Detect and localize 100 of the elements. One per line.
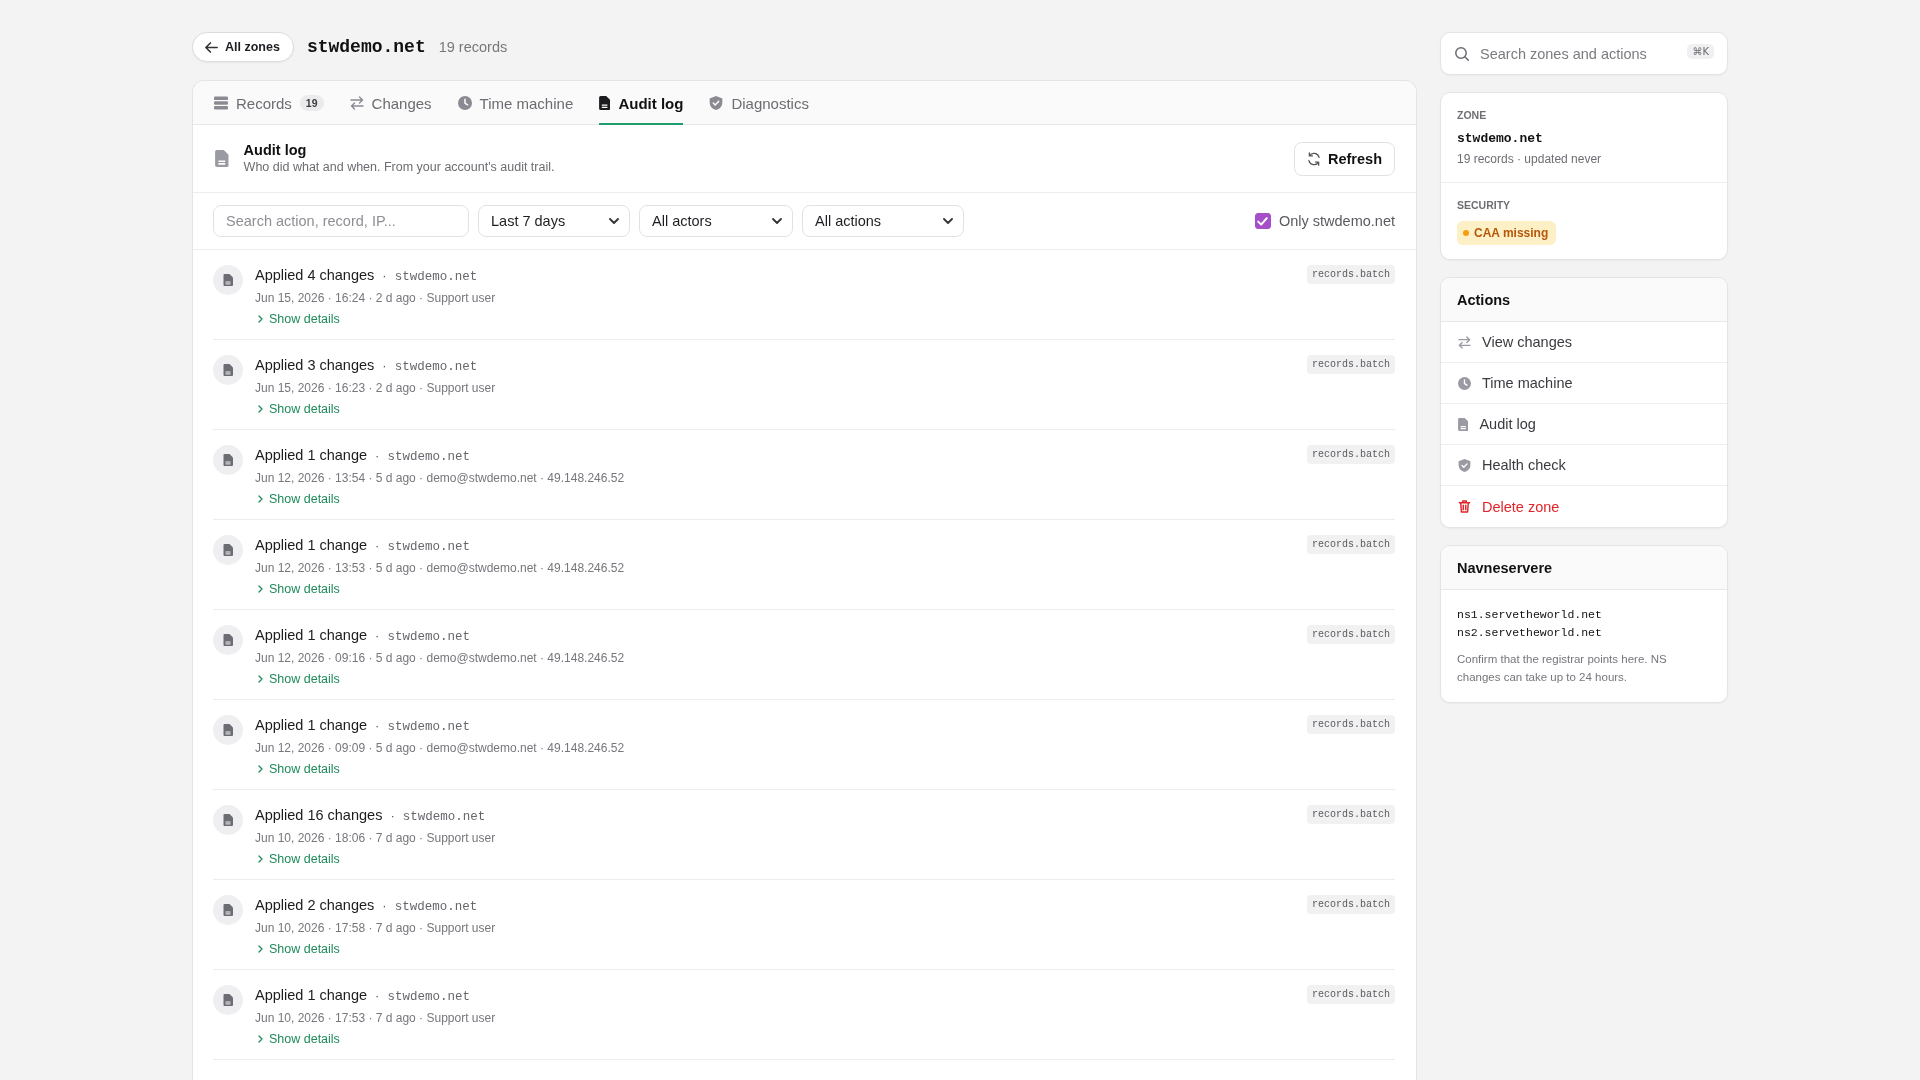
show-details-link[interactable]: Show details [258, 939, 340, 959]
tab[interactable]: Records 19 [214, 81, 324, 125]
shield-check-icon [1458, 458, 1471, 472]
action-tag: records.batch [1307, 265, 1395, 284]
zone-name: stwdemo.net [387, 989, 470, 1006]
entry-meta: Jun 12, 2026 · 09:16 · 5 d ago · demo@stwdemo.net · 49.148.246.52 [255, 650, 625, 667]
trash-icon [1458, 500, 1471, 513]
zone-name: stwdemo.net [387, 719, 470, 736]
shortcut-key: ⌘K [1687, 44, 1714, 59]
zone-name: stwdemo.net [394, 269, 478, 286]
show-details-link[interactable]: Show details [258, 489, 340, 509]
action-tag: records.batch [1307, 355, 1395, 374]
entry-meta: Jun 15, 2026 · 16:24 · 2 d ago · Support user [255, 290, 496, 307]
nameserver: ns2.servetheworld.net [1457, 625, 1602, 641]
entry-meta: Jun 12, 2026 · 09:09 · 5 d ago · demo@stwdemo.net · 49.148.246.52 [255, 740, 625, 757]
zone-name: stwdemo.net [402, 809, 486, 826]
chevron-right-icon [258, 945, 263, 953]
chevron-right-icon [258, 315, 263, 323]
filter-dropdown[interactable]: All actions [802, 205, 964, 237]
entry-title: Applied 1 change [255, 536, 368, 555]
checkbox-label: Only stwdemo.net [1278, 213, 1395, 229]
separator: · [375, 627, 380, 645]
document-icon [599, 96, 611, 110]
document-icon [213, 895, 243, 925]
document-icon [1458, 417, 1469, 431]
separator: · [390, 807, 395, 825]
tab[interactable]: Changes [349, 81, 432, 125]
action-tag: records.batch [1307, 445, 1395, 464]
action-item[interactable]: Time machine [1441, 363, 1727, 404]
show-details-link[interactable]: Show details [258, 579, 340, 599]
zone-label: ZONE [1457, 108, 1487, 123]
zone-title: stwdemo.net [306, 37, 426, 57]
back-button[interactable]: All zones [192, 32, 294, 62]
filter-dropdown[interactable]: Last 7 days [478, 205, 630, 237]
entry-title: Applied 1 change [255, 716, 368, 735]
zone-name: stwdemo.net [394, 899, 478, 916]
entry-title: Applied 1 change [255, 626, 368, 645]
entry-title: Applied 2 changes [255, 896, 375, 915]
chevron-right-icon [258, 765, 263, 773]
entry-title: Applied 1 change [255, 446, 368, 465]
action-tag: records.batch [1307, 715, 1395, 734]
action-tag: records.batch [1307, 895, 1395, 914]
zone-summary: 19 records · updated never [1457, 151, 1602, 168]
swap-arrows-icon [1458, 335, 1471, 349]
action-item[interactable]: Health check [1441, 445, 1727, 486]
checkbox[interactable] [1254, 213, 1271, 229]
entry-title: Applied 3 changes [255, 356, 375, 375]
action-item[interactable]: Audit log [1441, 404, 1727, 445]
document-icon [213, 265, 243, 295]
stack-icon [214, 96, 228, 110]
section-title: Audit log [243, 141, 308, 159]
separator: · [375, 537, 380, 555]
arrow-left-icon [205, 40, 218, 54]
show-details-link[interactable]: Show details [258, 669, 340, 689]
separator: · [382, 267, 387, 285]
separator: · [382, 357, 387, 375]
chevron-down-icon [943, 218, 953, 224]
chevron-down-icon [772, 218, 782, 224]
record-count-text: 19 records [438, 39, 508, 55]
tab[interactable]: Audit log [599, 81, 684, 125]
show-details-link[interactable]: Show details [258, 309, 340, 329]
tab[interactable]: Diagnostics [709, 81, 809, 125]
document-icon [213, 715, 243, 745]
chevron-right-icon [258, 405, 263, 413]
filter-dropdown[interactable]: All actors [639, 205, 793, 237]
zone-name: stwdemo.net [1457, 130, 1543, 148]
separator: · [375, 717, 380, 735]
action-tag: records.batch [1307, 985, 1395, 1004]
document-icon [213, 355, 243, 385]
document-icon [213, 445, 243, 475]
entry-meta: Jun 15, 2026 · 16:23 · 2 d ago · Support user [255, 380, 496, 397]
show-details-link[interactable]: Show details [258, 399, 340, 419]
separator: · [382, 897, 387, 915]
action-tag: records.batch [1307, 535, 1395, 554]
card-title: Actions [1441, 278, 1727, 322]
show-details-link[interactable]: Show details [258, 759, 340, 779]
refresh-button[interactable]: Refresh [1294, 141, 1395, 176]
swap-arrows-icon [349, 96, 364, 110]
document-icon [213, 985, 243, 1015]
card-title: Navneservere [1441, 546, 1727, 590]
count-pill: 19 [299, 95, 324, 111]
entry-meta: Jun 10, 2026 · 17:53 · 7 d ago · Support user [255, 1010, 496, 1027]
action-item[interactable]: Delete zone [1441, 486, 1727, 527]
show-details-link[interactable]: Show details [258, 849, 340, 869]
chevron-down-icon [609, 218, 619, 224]
tab[interactable]: Time machine [457, 81, 574, 125]
warning-badge: CAA missing [1457, 221, 1557, 245]
chevron-right-icon [258, 855, 263, 863]
search-field[interactable]: Search action, record, IP... [213, 205, 469, 237]
entry-title: Applied 16 changes [255, 806, 383, 825]
entry-meta: Jun 10, 2026 · 17:58 · 7 d ago · Support user [255, 920, 496, 937]
entry-title: Applied 4 changes [255, 266, 375, 285]
chevron-right-icon [258, 495, 263, 503]
action-item[interactable]: View changes [1441, 322, 1727, 363]
search-icon [1455, 47, 1469, 61]
chevron-right-icon [258, 585, 263, 593]
show-details-link[interactable]: Show details [258, 1029, 340, 1049]
entry-meta: Jun 12, 2026 · 13:54 · 5 d ago · demo@stwdemo.net · 49.148.246.52 [255, 470, 625, 487]
clock-icon [1458, 376, 1471, 390]
entry-title: Applied 1 change [255, 986, 368, 1005]
